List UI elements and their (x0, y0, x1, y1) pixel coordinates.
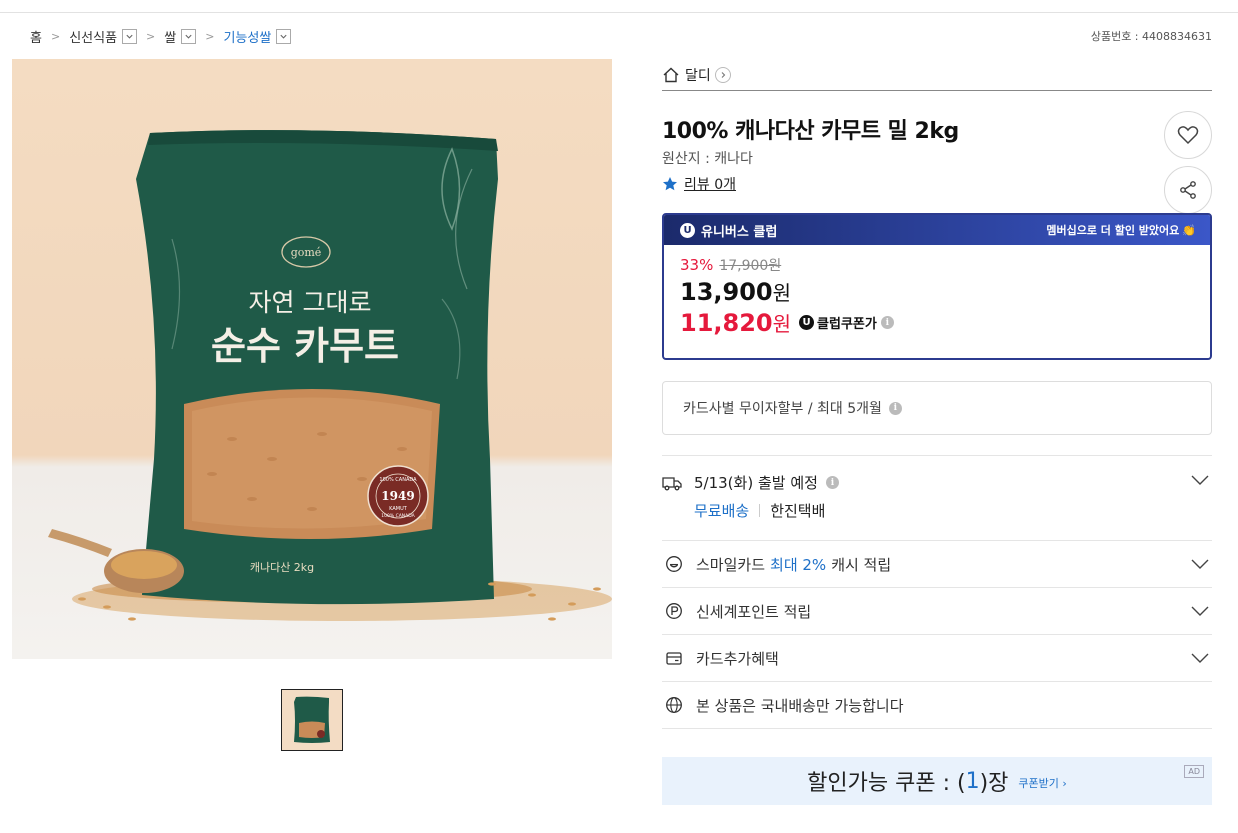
package-origin-note: 캐나다산 2kg (250, 561, 314, 574)
club-coupon-row: 11,820원 U 클럽쿠폰가 i (680, 308, 1194, 337)
shop-home-icon[interactable] (662, 66, 680, 84)
card-icon (665, 649, 683, 667)
chevron-down-icon[interactable] (1190, 652, 1210, 664)
info-icon[interactable]: i (888, 401, 902, 415)
package-line2: 순수 카무트 (211, 324, 399, 368)
breadcrumb-separator: > (50, 29, 61, 43)
breadcrumb-separator: > (205, 29, 215, 43)
club-header: U 유니버스 클럽 멤버십으로 더 할인 받았어요 👏 (664, 215, 1210, 245)
club-coupon-label: U 클럽쿠폰가 i (799, 313, 894, 332)
brand-logo-text: gomé (291, 246, 322, 259)
ad-badge: AD (1184, 765, 1204, 778)
smile-card-benefit-row[interactable]: 스마일카드 최대 2% 캐시 적립 (662, 541, 1212, 588)
card-benefit-row[interactable]: 카드추가혜택 (662, 635, 1212, 682)
wishlist-button[interactable] (1164, 111, 1212, 159)
club-coupon-unit: 원 (772, 312, 792, 336)
seal-top-text: 100% CANADA (379, 477, 417, 483)
domestic-shipping-notice: 본 상품은 국내배송만 가능합니다 (662, 682, 1212, 729)
breadcrumb-functional-rice[interactable]: 기능성쌀 (223, 27, 271, 46)
chevron-right-icon[interactable] (714, 66, 731, 83)
chevron-down-icon[interactable] (1190, 605, 1210, 617)
shipping-section[interactable]: 5/13(화) 출발 예정 i 무료배송 한진택배 (662, 455, 1212, 541)
club-coupon-label-text: 클럽쿠폰가 (817, 317, 877, 332)
get-coupon-link[interactable]: 쿠폰받기 › (1018, 775, 1066, 791)
chevron-down-icon[interactable] (276, 28, 292, 44)
review-summary: 리뷰 0개 (662, 174, 736, 194)
sale-price-unit: 원 (772, 281, 792, 305)
divider (759, 504, 761, 517)
seller-name-link[interactable]: 달디 (685, 65, 711, 85)
share-button[interactable] (1164, 166, 1212, 214)
universe-club-small-icon: U (799, 315, 815, 330)
thumbnail-image (282, 690, 342, 750)
clapping-hands-icon: 👏 (1182, 223, 1196, 237)
discount-rate: 33% (680, 256, 714, 274)
free-shipping-label: 무료배송 (694, 502, 750, 520)
courier-name: 한진택배 (770, 502, 826, 520)
globe-icon (665, 696, 683, 714)
info-icon[interactable]: i (880, 316, 894, 329)
product-thumbnail[interactable] (281, 689, 343, 751)
product-pouch-illustration: gomé 자연 그대로 순수 카무트 1949 100% CANADA KAMU… (48, 130, 612, 621)
product-origin: 원산지 : 캐나다 (662, 151, 753, 167)
original-price: 17,900원 (719, 258, 782, 274)
chevron-down-icon[interactable] (1190, 558, 1210, 570)
chevron-down-icon[interactable] (181, 28, 197, 44)
breadcrumb-fresh-food[interactable]: 신선식품 (69, 27, 117, 46)
universe-club-logo-icon: U (680, 222, 695, 238)
seal-year: 1949 (381, 489, 414, 503)
review-link[interactable]: 리뷰 0개 (684, 174, 736, 194)
truck-icon (662, 476, 682, 490)
package-line1: 자연 그대로 (249, 288, 372, 317)
club-name: 유니버스 클럽 (701, 224, 778, 240)
breadcrumb-rice[interactable]: 쌀 (164, 27, 176, 46)
info-icon[interactable]: i (825, 476, 839, 489)
discount-row: 33% 17,900원 (680, 255, 1194, 275)
chevron-down-icon[interactable] (1190, 474, 1210, 486)
product-main-image[interactable]: gomé 자연 그대로 순수 카무트 1949 100% CANADA KAMU… (12, 59, 612, 659)
coupon-bar[interactable]: 할인가능 쿠폰 : ( 1 )장 쿠폰받기 › AD (662, 757, 1212, 805)
breadcrumb-separator: > (146, 29, 156, 43)
seal-bottom-text: 100% CANADA (381, 513, 415, 519)
star-icon (663, 177, 677, 191)
club-price-box: U 유니버스 클럽 멤버십으로 더 할인 받았어요 👏 33% 17,900원 … (662, 213, 1212, 360)
shinsegae-point-row[interactable]: 신세계포인트 적립 (662, 588, 1212, 635)
product-title: 100% 캐나다산 카무트 밀 2kg (662, 119, 959, 144)
installment-text: 카드사별 무이자할부 / 최대 5개월 (683, 401, 882, 417)
club-promo-text[interactable]: 멤버십으로 더 할인 받았어요 (1046, 222, 1179, 238)
top-divider (0, 12, 1238, 13)
benefit-suffix: 캐시 적립 (831, 555, 892, 574)
benefit-label: 카드추가혜택 (696, 649, 779, 668)
seal-mid-text: KAMUT (389, 506, 408, 512)
seller-row: 달디 (662, 59, 1212, 91)
breadcrumb: 홈 > 신선식품 > 쌀 > 기능성쌀 (30, 26, 292, 46)
shipping-date: 5/13(화) 출발 예정 (694, 474, 818, 492)
benefit-highlight: 최대 2% (770, 555, 827, 574)
coupon-bar-label: 할인가능 쿠폰 : ( (807, 771, 966, 796)
product-info-panel: 달디 100% 캐나다산 카무트 밀 2kg 원산지 : 캐나다 리뷰 0개 U… (662, 59, 1212, 805)
benefit-label: 신세계포인트 적립 (696, 602, 812, 621)
coupon-bar-suffix: )장 (979, 771, 1009, 796)
breadcrumb-home[interactable]: 홈 (30, 27, 42, 46)
smile-icon (665, 555, 683, 573)
coupon-count: 1 (965, 768, 980, 794)
sale-price-amount: 13,900 (680, 278, 773, 306)
heart-icon (1177, 126, 1199, 145)
sale-price: 13,900원 (680, 277, 1194, 306)
club-coupon-amount: 11,820 (680, 309, 773, 337)
club-coupon-price: 11,820원 (680, 308, 791, 337)
chevron-down-icon[interactable] (122, 28, 138, 44)
benefit-label: 본 상품은 국내배송만 가능합니다 (696, 696, 904, 715)
benefit-label: 스마일카드 (696, 555, 766, 574)
point-icon (665, 602, 683, 620)
share-icon (1180, 181, 1196, 199)
product-number: 상품번호 : 4408834631 (1090, 30, 1212, 43)
installment-info: 카드사별 무이자할부 / 최대 5개월 i (662, 381, 1212, 435)
